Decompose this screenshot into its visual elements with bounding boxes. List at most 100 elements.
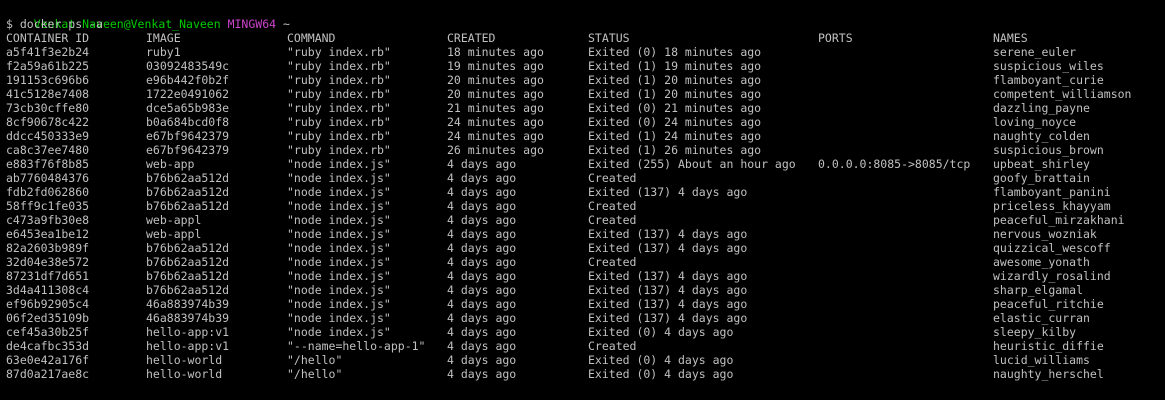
cell-image: 03092483549c <box>146 59 230 73</box>
cell-image: e67bf9642379 <box>146 129 230 143</box>
cell-command: "ruby index.rb" <box>287 143 391 157</box>
cell-image: web-app <box>146 157 195 171</box>
cell-created: 21 minutes ago <box>447 101 544 115</box>
table-row: 63e0e42a176f hello-world "/hello" 4 days ag… <box>0 353 1165 367</box>
cell-status: Exited (1) 20 minutes ago <box>588 73 762 87</box>
cell-container-id: cef45a30b25f <box>6 325 90 339</box>
cell-status: Exited (1) 26 minutes ago <box>588 143 762 157</box>
cell-name: sharp_elgamal <box>993 283 1084 297</box>
cell-container-id: f2a59a61b225 <box>6 59 90 73</box>
cell-container-id: 87d0a217ae8c <box>6 367 90 381</box>
cell-container-id: 32d04e38e572 <box>6 255 90 269</box>
table-row: fdb2fd062860 b76b62aa512d "node index.js" 4… <box>0 185 1165 199</box>
table-row: 58ff9c1fe035 b76b62aa512d "node index.js" 4… <box>0 199 1165 213</box>
cell-name: peaceful_ritchie <box>993 297 1104 311</box>
cell-command: "ruby index.rb" <box>287 115 391 129</box>
cell-status: Created <box>588 171 637 185</box>
cell-image: b76b62aa512d <box>146 185 230 199</box>
cell-created: 4 days ago <box>447 213 517 227</box>
cell-name: priceless_khayyam <box>993 199 1111 213</box>
cell-name: quizzical_wescoff <box>993 241 1111 255</box>
table-row: de4cafbc353d hello-app:v1 "--name=hello-ap… <box>0 339 1165 353</box>
cell-command: "node index.js" <box>287 311 391 325</box>
cell-command: "node index.js" <box>287 325 391 339</box>
cell-image: b76b62aa512d <box>146 199 230 213</box>
container-list: a5f41f3e2b24 ruby1 "ruby index.rb" 18 minut… <box>0 45 1165 381</box>
header-names: NAMES <box>993 31 1028 45</box>
table-row: cef45a30b25f hello-app:v1 "node index.js" 4… <box>0 325 1165 339</box>
cell-created: 4 days ago <box>447 255 517 269</box>
cell-container-id: de4cafbc353d <box>6 339 90 353</box>
cell-image: b76b62aa512d <box>146 171 230 185</box>
header-container-id: CONTAINER ID <box>6 31 90 45</box>
cell-created: 4 days ago <box>447 241 517 255</box>
cell-command: "node index.js" <box>287 213 391 227</box>
cell-name: upbeat_shirley <box>993 157 1090 171</box>
cell-name: goofy_brattain <box>993 171 1090 185</box>
cell-image: hello-world <box>146 367 223 381</box>
cell-name: naughty_colden <box>993 129 1090 143</box>
header-ports: PORTS <box>818 31 853 45</box>
table-row: 32d04e38e572 b76b62aa512d "node index.js" 4… <box>0 255 1165 269</box>
cell-created: 4 days ago <box>447 157 517 171</box>
cell-status: Created <box>588 213 637 227</box>
cell-command: "node index.js" <box>287 199 391 213</box>
cell-status: Exited (0) 4 days ago <box>588 325 734 339</box>
table-row: ab7760484376 b76b62aa512d "node index.js" 4… <box>0 171 1165 185</box>
cell-created: 4 days ago <box>447 353 517 367</box>
cell-container-id: ab7760484376 <box>6 171 90 185</box>
cell-name: dazzling_payne <box>993 101 1090 115</box>
table-row: 82a2603b989f b76b62aa512d "node index.js" 4… <box>0 241 1165 255</box>
cell-created: 18 minutes ago <box>447 45 544 59</box>
cell-container-id: ca8c37ee7480 <box>6 143 90 157</box>
cell-image: 46a883974b39 <box>146 297 230 311</box>
cell-created: 20 minutes ago <box>447 87 544 101</box>
cell-name: wizardly_rosalind <box>993 269 1111 283</box>
cell-name: competent_williamson <box>993 87 1132 101</box>
cell-created: 4 days ago <box>447 311 517 325</box>
cell-command: "ruby index.rb" <box>287 101 391 115</box>
cell-created: 4 days ago <box>447 325 517 339</box>
cell-image: dce5a65b983e <box>146 101 230 115</box>
cell-image: b0a684bcd0f8 <box>146 115 230 129</box>
cell-ports: 0.0.0.0:8085->8085/tcp <box>818 157 971 171</box>
cell-created: 19 minutes ago <box>447 59 544 73</box>
cell-name: heuristic_diffie <box>993 339 1104 353</box>
cell-status: Exited (137) 4 days ago <box>588 241 748 255</box>
cell-status: Exited (1) 20 minutes ago <box>588 87 762 101</box>
terminal-window[interactable]: Venkat Naveen@Venkat_Naveen MINGW64 ~ $ … <box>0 0 1165 400</box>
cell-created: 24 minutes ago <box>447 115 544 129</box>
cell-command: "node index.js" <box>287 241 391 255</box>
cell-container-id: e883f76f8b85 <box>6 157 90 171</box>
cell-status: Exited (0) 4 days ago <box>588 353 734 367</box>
cell-created: 4 days ago <box>447 269 517 283</box>
cell-image: ruby1 <box>146 45 181 59</box>
cell-created: 4 days ago <box>447 339 517 353</box>
cell-container-id: a5f41f3e2b24 <box>6 45 90 59</box>
cell-container-id: 87231df7d651 <box>6 269 90 283</box>
cell-status: Created <box>588 199 637 213</box>
cell-container-id: ef96b92905c4 <box>6 297 90 311</box>
command-line: $ docker ps -a <box>6 17 103 31</box>
cell-created: 4 days ago <box>447 297 517 311</box>
table-row: 87231df7d651 b76b62aa512d "node index.js" 4… <box>0 269 1165 283</box>
cell-command: "ruby index.rb" <box>287 87 391 101</box>
header-image: IMAGE <box>146 31 181 45</box>
cell-status: Exited (137) 4 days ago <box>588 283 748 297</box>
cell-command: "node index.js" <box>287 255 391 269</box>
cell-name: lucid_williams <box>993 353 1090 367</box>
table-row: ef96b92905c4 46a883974b39 "node index.js" 4… <box>0 297 1165 311</box>
cell-container-id: c473a9fb30e8 <box>6 213 90 227</box>
table-header-row: CONTAINER ID IMAGE COMMAND CREATED STATU… <box>0 31 1165 45</box>
cell-container-id: e6453ea1be12 <box>6 227 90 241</box>
table-row: 8cf90678c422 b0a684bcd0f8 "ruby index.rb" 2… <box>0 115 1165 129</box>
table-row: 73cb30cffe80 dce5a65b983e "ruby index.rb" 2… <box>0 101 1165 115</box>
cell-command: "/hello" <box>287 367 343 381</box>
cell-created: 4 days ago <box>447 367 517 381</box>
cell-created: 4 days ago <box>447 199 517 213</box>
cell-container-id: 63e0e42a176f <box>6 353 90 367</box>
cell-status: Exited (137) 4 days ago <box>588 185 748 199</box>
cell-container-id: 3d4a411308c4 <box>6 283 90 297</box>
cell-command: "node index.js" <box>287 185 391 199</box>
cell-created: 4 days ago <box>447 283 517 297</box>
